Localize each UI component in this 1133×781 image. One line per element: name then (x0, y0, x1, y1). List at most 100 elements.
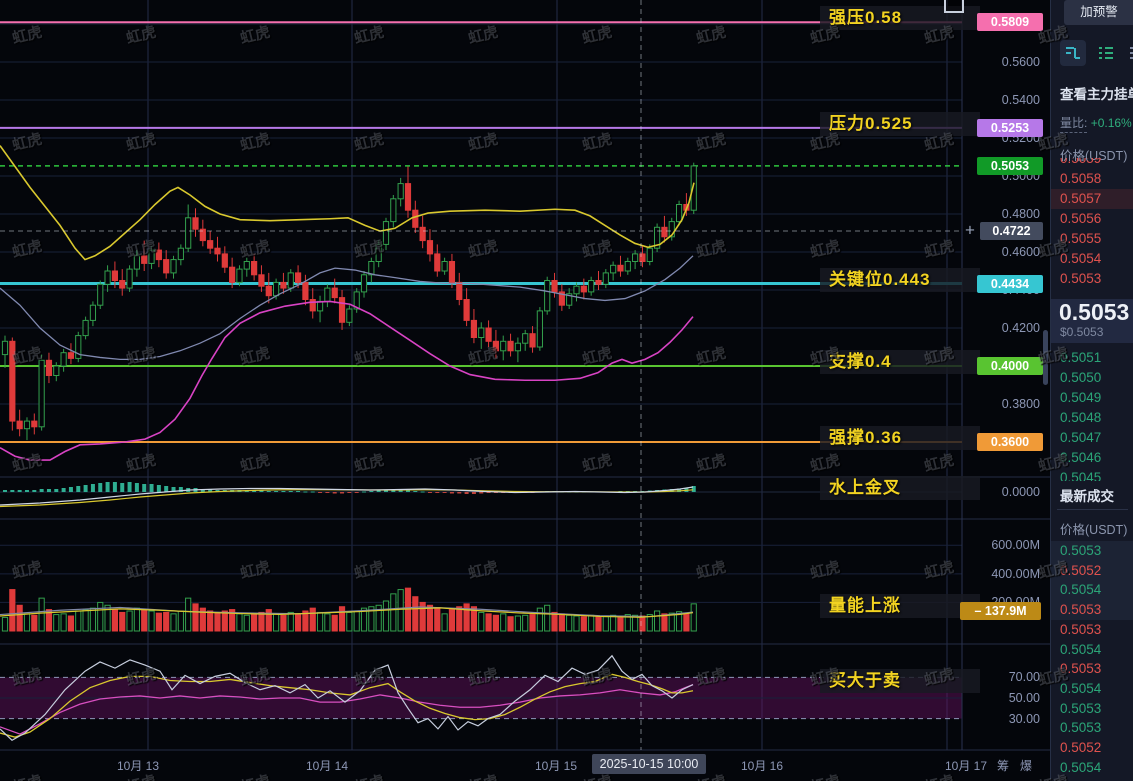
trade-row[interactable]: 0.5053 (1051, 718, 1133, 738)
volume-bar (397, 589, 404, 632)
macd-hist-bar (420, 491, 425, 493)
volume-bar (441, 613, 448, 632)
ask-row[interactable]: 0.5057 (1051, 189, 1133, 209)
last-price: 0.5053 (1059, 299, 1130, 325)
right-panel: 加预警 查看主力挂单 量比: +0.16% 价格(USDT) 0.5059 0.5… (1050, 0, 1133, 781)
candle-body (251, 261, 258, 276)
trade-row[interactable]: 0.5053 (1051, 620, 1133, 640)
macd-hist-bar (142, 484, 147, 492)
trade-list-icon[interactable] (1126, 40, 1133, 66)
candlestick-chart[interactable] (0, 0, 1133, 781)
candle-body (207, 240, 214, 249)
volume-bar (324, 613, 331, 632)
bid-row[interactable]: 0.5045 (1051, 468, 1133, 481)
candle-body (412, 209, 419, 228)
volume-bar (185, 597, 192, 632)
macd-hist-bar (68, 487, 73, 492)
bid-row[interactable]: 0.5048 (1051, 408, 1133, 428)
trade-row[interactable]: 0.5053 (1051, 699, 1133, 719)
candle-body (595, 280, 602, 285)
trades-price-header: 价格(USDT) (1060, 523, 1128, 537)
trade-row[interactable]: 0.5054 (1051, 580, 1133, 601)
ask-row[interactable]: 0.5053 (1051, 269, 1133, 289)
bid-list: 0.5051 0.5050 0.5049 0.5048 0.5047 0.5046 0.50… (1051, 348, 1133, 481)
bid-row[interactable]: 0.5050 (1051, 368, 1133, 388)
bid-row[interactable]: 0.5046 (1051, 448, 1133, 468)
trade-row[interactable]: 0.5053 (1051, 541, 1133, 561)
macd-hist-bar (10, 490, 15, 492)
volume-bar (258, 611, 265, 632)
candle-body (148, 249, 155, 264)
trade-row[interactable]: 0.5053 (1051, 600, 1133, 621)
volume-bar (507, 616, 514, 632)
volume-bar (434, 607, 441, 632)
last-price-block[interactable]: 0.5053 $0.5053 (1051, 299, 1133, 343)
trade-row[interactable]: 0.5053 (1051, 659, 1133, 679)
bid-row[interactable]: 0.5051 (1051, 348, 1133, 368)
volume-bar (155, 612, 162, 632)
macd-hist-bar (479, 492, 484, 494)
trade-row[interactable]: 0.5052 (1051, 738, 1133, 758)
volume-bar (75, 610, 82, 632)
candle-body (522, 333, 529, 344)
candle-body (463, 299, 470, 321)
candle-body (675, 204, 683, 223)
volume-bar (214, 611, 221, 632)
volume-bar (551, 611, 558, 632)
volume-bar (207, 610, 214, 632)
macd-hist-bar (32, 490, 37, 492)
order-list-icon[interactable] (1093, 40, 1119, 66)
candle-body (1, 340, 9, 356)
macd-hist-bar (90, 484, 95, 492)
candle-body (126, 268, 133, 289)
volume-bar (287, 611, 294, 632)
volume-bar (485, 613, 492, 632)
macd-hist-bar (83, 485, 88, 492)
ask-row[interactable]: 0.5054 (1051, 249, 1133, 269)
depth-book-icon[interactable] (1060, 40, 1086, 66)
ask-row[interactable]: 0.5059 (1051, 158, 1133, 169)
macd-hist-bar (376, 490, 381, 492)
candle-body (661, 226, 668, 238)
macd-hist-bar (120, 483, 125, 492)
macd-hist-bar (24, 490, 29, 492)
candle-body (16, 420, 23, 430)
candle-body (236, 268, 243, 283)
volume-bar (97, 601, 104, 632)
candle-body (111, 270, 119, 281)
candle-body (514, 342, 521, 352)
ask-row[interactable]: 0.5058 (1051, 169, 1133, 189)
volume-bar (243, 614, 250, 632)
candle-body (229, 266, 236, 283)
volume-bar (38, 597, 45, 632)
volume-bar (294, 613, 302, 632)
candle-body (324, 287, 331, 302)
trade-row[interactable]: 0.5054 (1051, 679, 1133, 699)
price-axis-scrollbar[interactable] (1043, 330, 1048, 385)
main-orders-title[interactable]: 查看主力挂单 (1060, 83, 1133, 103)
trade-row[interactable]: 0.5052 (1051, 560, 1133, 581)
candle-body (485, 327, 492, 342)
trade-row[interactable]: 0.5054 (1051, 758, 1133, 778)
trade-list: 0.5053 0.5052 0.5054 0.5053 0.5053 0.5054 0.50… (1051, 541, 1133, 781)
macd-hist-bar (281, 491, 286, 492)
volume-bar (448, 609, 456, 632)
candle-body (478, 327, 485, 338)
ask-row[interactable]: 0.5055 (1051, 229, 1133, 249)
ask-row[interactable]: 0.5056 (1051, 209, 1133, 229)
macd-hist-bar (303, 491, 308, 493)
candle-body (272, 281, 280, 297)
add-alert-button[interactable]: 加预警 (1064, 0, 1133, 25)
macd-hist-bar (105, 482, 110, 492)
screenshot-icon[interactable] (944, 0, 964, 13)
macd-hist-bar (427, 492, 432, 493)
volume-bar (221, 610, 228, 632)
macd-hist-bar (362, 491, 367, 493)
trade-row[interactable]: 0.5054 (1051, 640, 1133, 660)
volume-bar (382, 600, 390, 632)
bid-row[interactable]: 0.5047 (1051, 428, 1133, 448)
bid-row[interactable]: 0.5049 (1051, 388, 1133, 408)
volume-bar (522, 614, 529, 632)
macd-hist-bar (347, 492, 352, 493)
volume-bar (492, 614, 500, 632)
